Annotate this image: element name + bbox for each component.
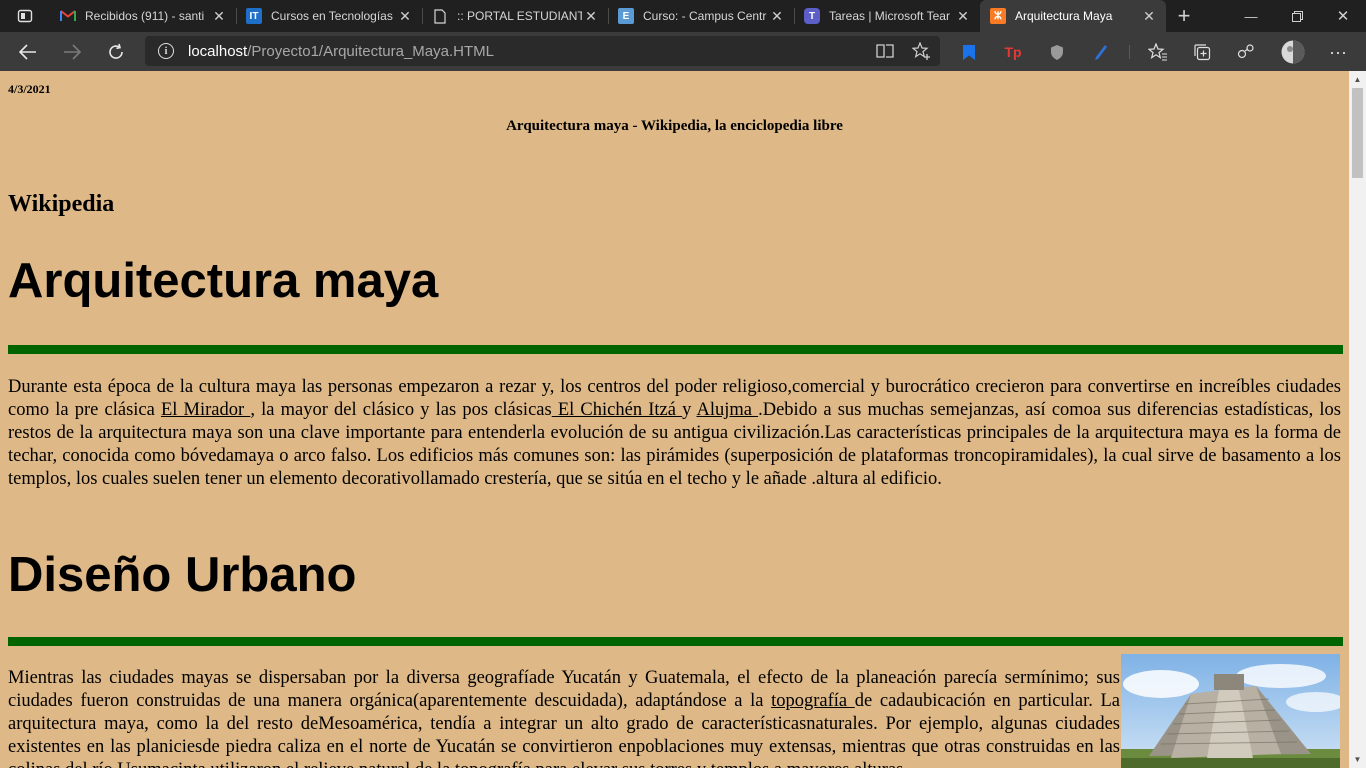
tp-extension-button[interactable]: Tp [1002, 41, 1024, 63]
more-icon: ··· [1329, 41, 1347, 62]
close-tab-icon[interactable]: ✕ [210, 8, 228, 25]
link-alujma[interactable]: Alujma [696, 400, 758, 420]
minimize-button[interactable]: — [1228, 0, 1274, 32]
tab-teams[interactable]: T Tareas | Microsoft Tear ✕ [794, 0, 980, 32]
toolbar-separator [1129, 45, 1130, 59]
site-info-icon[interactable]: i [158, 43, 174, 59]
page-header-title: Arquitectura maya - Wikipedia, la encicl… [506, 118, 843, 134]
profile-button[interactable] [1280, 39, 1305, 64]
tab-title: Cursos en Tecnologías [271, 9, 393, 23]
tab-actions-button[interactable] [0, 0, 50, 32]
scroll-up-icon[interactable]: ▲ [1349, 75, 1366, 84]
close-tab-icon[interactable]: ✕ [768, 8, 786, 25]
plus-icon: + [1177, 3, 1191, 28]
forward-button[interactable] [58, 38, 86, 66]
it-icon: IT [246, 8, 262, 24]
scrollbar-thumb[interactable] [1352, 88, 1363, 178]
tab-title: Curso: - Campus Centr [643, 9, 767, 23]
gmail-icon [60, 8, 76, 24]
green-divider [8, 345, 1343, 354]
favorites-icon [1148, 43, 1167, 61]
scroll-down-icon[interactable]: ▼ [1349, 755, 1366, 764]
tab-title: Recibidos (911) - santi [85, 9, 205, 23]
restore-icon [1291, 10, 1303, 22]
page-heading: Arquitectura maya [8, 254, 439, 308]
paragraph-text: y [682, 400, 697, 420]
extensions-icon [1237, 44, 1254, 59]
link-topografia[interactable]: topografía [771, 691, 855, 711]
tab-campus[interactable]: E Curso: - Campus Centr ✕ [608, 0, 794, 32]
bookmark-icon [963, 44, 975, 60]
section-heading-diseno-urbano: Diseño Urbano [8, 548, 357, 602]
avatar [1281, 40, 1304, 63]
page-scrollbar[interactable]: ▲ ▼ [1349, 71, 1366, 768]
intro-paragraph: Durante esta época de la cultura maya la… [8, 376, 1341, 491]
collections-icon [1194, 44, 1211, 61]
address-bar[interactable]: i localhost/Proyecto1/Arquitectura_Maya.… [145, 36, 940, 66]
tab-gmail[interactable]: Recibidos (911) - santi ✕ [50, 0, 236, 32]
star-plus-icon [911, 42, 930, 60]
tp-extension-icon: Tp [1004, 44, 1022, 60]
teams-icon: T [804, 8, 820, 24]
url-host: localhost [188, 42, 248, 60]
browser-toolbar: i localhost/Proyecto1/Arquitectura_Maya.… [0, 32, 1366, 71]
back-arrow-icon [19, 44, 36, 60]
favorites-button[interactable] [1147, 41, 1169, 63]
page-icon [432, 8, 448, 24]
refresh-icon [109, 43, 123, 59]
pen-extension-button[interactable] [1090, 41, 1112, 63]
tab-strip: Recibidos (911) - santi ✕ IT Cursos en T… [0, 0, 1366, 32]
extensions-button[interactable] [1235, 41, 1257, 63]
green-divider [8, 637, 1343, 646]
site-name: Wikipedia [8, 191, 115, 217]
tab-title: Tareas | Microsoft Tear [829, 9, 950, 23]
address-url[interactable]: localhost/Proyecto1/Arquitectura_Maya.HT… [188, 43, 494, 60]
settings-more-button[interactable]: ··· [1327, 41, 1349, 63]
refresh-button[interactable] [102, 38, 130, 66]
tab-title: Arquitectura Maya [1015, 9, 1113, 23]
url-path: /Proyecto1/Arquitectura_Maya.HTML [247, 42, 494, 60]
new-tab-button[interactable]: + [1166, 0, 1202, 32]
forward-arrow-icon [64, 44, 81, 60]
page-content: 4/3/2021 Arquitectura maya - Wikipedia, … [0, 71, 1349, 768]
campus-icon: E [618, 8, 634, 24]
shield-icon [1051, 44, 1063, 60]
immersive-reader-icon [876, 44, 894, 58]
restore-button[interactable] [1274, 0, 1320, 32]
chichen-itza-pyramid-image [1121, 654, 1340, 768]
tab-arquitectura-maya[interactable]: ⵣ Arquitectura Maya ✕ [980, 0, 1166, 32]
pen-icon [1095, 44, 1107, 60]
close-icon: ✕ [1336, 8, 1350, 25]
close-tab-icon[interactable]: ✕ [582, 8, 600, 25]
tab-cursos[interactable]: IT Cursos en Tecnologías ✕ [236, 0, 422, 32]
collections-button[interactable] [1191, 41, 1213, 63]
tab-actions-icon [17, 9, 33, 23]
tab-title: :: PORTAL ESTUDIANTE [457, 9, 582, 23]
page-date: 4/3/2021 [8, 82, 51, 96]
back-button[interactable] [14, 38, 42, 66]
link-chichen-itza[interactable]: El Chichén Itzá [552, 400, 682, 420]
paragraph-text: , la mayor del clásico y las pos clásica… [250, 400, 552, 420]
immersive-reader-button[interactable] [875, 41, 895, 61]
minimize-icon: — [1244, 8, 1258, 24]
close-tab-icon[interactable]: ✕ [1140, 8, 1158, 25]
bookmark-extension-button[interactable] [958, 41, 980, 63]
close-window-button[interactable]: ✕ [1320, 0, 1366, 32]
tab-portal[interactable]: :: PORTAL ESTUDIANTE ✕ [422, 0, 608, 32]
xampp-icon: ⵣ [990, 8, 1006, 24]
add-favorite-button[interactable] [911, 41, 931, 61]
close-tab-icon[interactable]: ✕ [396, 8, 414, 25]
urban-design-paragraph: Mientras las ciudades mayas se dispersab… [8, 667, 1120, 768]
shield-extension-button[interactable] [1046, 41, 1068, 63]
link-el-mirador[interactable]: El Mirador [161, 400, 250, 420]
close-tab-icon[interactable]: ✕ [954, 8, 972, 25]
